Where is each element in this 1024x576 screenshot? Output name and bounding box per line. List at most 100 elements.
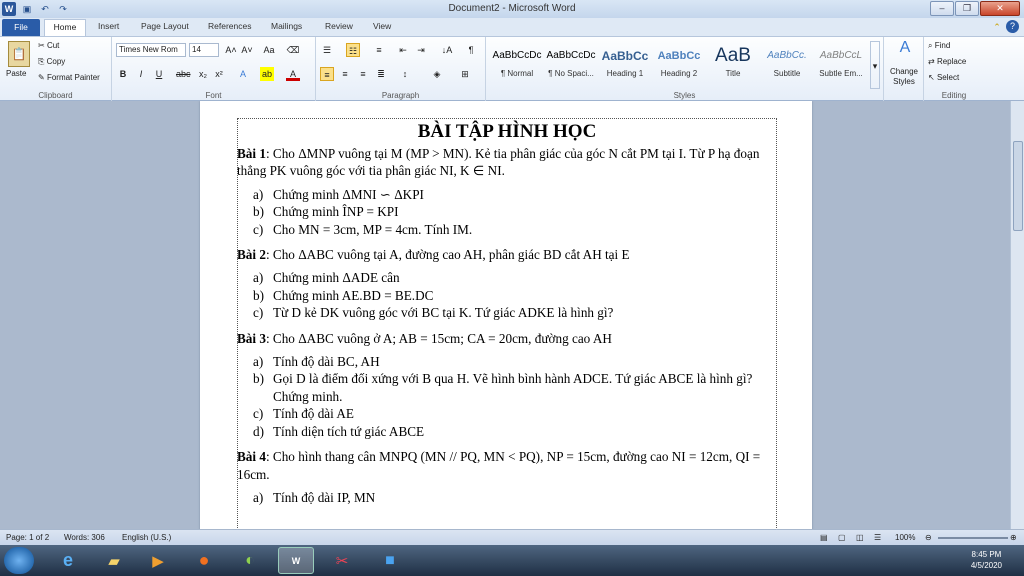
tab-insert[interactable]: Insert bbox=[98, 21, 119, 31]
borders-icon[interactable]: ⊞ bbox=[458, 67, 472, 81]
clear-format-icon[interactable]: ⌫ bbox=[286, 43, 300, 57]
strikethrough-icon[interactable]: abc bbox=[176, 67, 191, 81]
shrink-font-icon[interactable]: A˅ bbox=[240, 43, 254, 57]
tab-references[interactable]: References bbox=[208, 21, 251, 31]
style-heading-1[interactable]: AaBbCc Heading 1 bbox=[598, 41, 652, 89]
style-sample: AaBbCcDc bbox=[492, 50, 542, 61]
document-page[interactable]: BÀI TẬP HÌNH HỌC Bài 1: Cho ΔMNP vuông t… bbox=[200, 101, 812, 529]
paste-icon[interactable]: 📋 bbox=[8, 41, 30, 67]
print-layout-icon[interactable]: ▤ bbox=[820, 533, 828, 542]
increase-indent-icon[interactable]: ⇥ bbox=[414, 43, 428, 57]
font-size-combo[interactable]: 14 bbox=[189, 43, 219, 57]
copy-button[interactable]: ⎘ Copy bbox=[38, 57, 65, 67]
minimize-button[interactable]: – bbox=[930, 1, 954, 16]
system-clock[interactable]: 8:45 PM 4/5/2020 bbox=[971, 549, 1002, 571]
tab-page-layout[interactable]: Page Layout bbox=[141, 21, 189, 31]
style-subtle-emphasis[interactable]: AaBbCcL Subtle Em... bbox=[814, 41, 868, 89]
zoom-slider[interactable] bbox=[938, 537, 1008, 539]
bold-icon[interactable]: B bbox=[116, 67, 130, 81]
start-button-icon[interactable] bbox=[4, 547, 34, 574]
font-color-icon[interactable]: A bbox=[286, 67, 300, 81]
zoom-out-icon[interactable]: ⊖ bbox=[925, 533, 932, 542]
underline-icon[interactable]: U bbox=[152, 67, 166, 81]
pilcrow-icon[interactable]: ¶ bbox=[464, 43, 478, 57]
style-no-spacing[interactable]: AaBbCcDc ¶ No Spaci... bbox=[544, 41, 598, 89]
change-styles-icon[interactable]: A bbox=[896, 40, 914, 63]
style-heading-2[interactable]: AaBbCc Heading 2 bbox=[652, 41, 706, 89]
item-label: a) bbox=[253, 270, 264, 286]
item-text: Tính độ dài IP, MN bbox=[273, 489, 376, 505]
help-icon[interactable]: ? bbox=[1006, 20, 1019, 33]
web-layout-icon[interactable]: ◫ bbox=[856, 533, 864, 542]
style-name: ¶ No Spaci... bbox=[548, 69, 594, 78]
font-name-combo[interactable]: Times New Rom bbox=[116, 43, 186, 57]
sort-icon[interactable]: ↓A bbox=[440, 43, 454, 57]
style-sample: AaBbCc bbox=[601, 49, 649, 63]
style-title[interactable]: AaB Title bbox=[706, 41, 760, 89]
snipping-tool-icon[interactable]: ✂ bbox=[324, 547, 360, 574]
media-player-icon[interactable]: ▶ bbox=[140, 547, 176, 574]
close-button[interactable]: ✕ bbox=[980, 1, 1020, 16]
grow-font-icon[interactable]: A˄ bbox=[224, 43, 238, 57]
paragraph-group: ☰ ☷ ≡ ⇤ ⇥ ↓A ¶ ≡ ≡ ≡ ≣ ↕ ◈ ⊞ Paragraph bbox=[316, 37, 486, 101]
line-spacing-icon[interactable]: ↕ bbox=[398, 67, 412, 81]
problem-2: Bài 2: Cho ΔABC vuông tại A, đường cao A… bbox=[237, 246, 777, 263]
ribbon-minimize-icon[interactable]: ⌃ bbox=[990, 20, 1004, 34]
editing-group: ⌕ Find ⇄ Replace ↖ Select Editing bbox=[924, 37, 984, 101]
format-painter-button[interactable]: ✎ Format Painter bbox=[38, 73, 100, 82]
text-effects-icon[interactable]: A bbox=[236, 67, 250, 81]
problem-2-text: : Cho ΔABC vuông tại A, đường cao AH, ph… bbox=[265, 247, 630, 263]
bullets-icon[interactable]: ☰ bbox=[320, 43, 334, 57]
tab-mailings[interactable]: Mailings bbox=[271, 21, 302, 31]
shading-icon[interactable]: ◈ bbox=[430, 67, 444, 81]
align-right-icon[interactable]: ≡ bbox=[356, 67, 370, 81]
paste-button[interactable]: Paste bbox=[6, 69, 26, 78]
draft-icon[interactable]: ☰ bbox=[874, 533, 881, 542]
firefox-icon[interactable]: ● bbox=[186, 547, 222, 574]
word-taskbar-icon[interactable]: W bbox=[278, 547, 314, 574]
multilevel-list-icon[interactable]: ≡ bbox=[372, 43, 386, 57]
document-content[interactable]: BÀI TẬP HÌNH HỌC Bài 1: Cho ΔMNP vuông t… bbox=[237, 121, 777, 506]
item-text: Chứng minh ΔMNI ∽ ΔKPI bbox=[273, 186, 424, 202]
restore-button[interactable]: ❐ bbox=[955, 1, 979, 16]
style-normal[interactable]: AaBbCcDc ¶ Normal bbox=[490, 41, 544, 89]
style-subtitle[interactable]: AaBbCc. Subtitle bbox=[760, 41, 814, 89]
language-indicator[interactable]: English (U.S.) bbox=[122, 533, 171, 542]
document-area[interactable]: BÀI TẬP HÌNH HỌC Bài 1: Cho ΔMNP vuông t… bbox=[0, 101, 1010, 529]
internet-explorer-icon[interactable]: e bbox=[50, 547, 86, 574]
change-case-icon[interactable]: Aa bbox=[262, 43, 276, 57]
subscript-icon[interactable]: x₂ bbox=[196, 67, 210, 81]
cut-button[interactable]: ✂ Cut bbox=[38, 41, 59, 50]
file-explorer-icon[interactable]: ▰ bbox=[96, 547, 132, 574]
list-item: a) Chứng minh ΔMNI ∽ ΔKPI bbox=[253, 186, 777, 203]
tab-view[interactable]: View bbox=[373, 21, 391, 31]
tab-file[interactable]: File bbox=[2, 19, 40, 36]
justify-icon[interactable]: ≣ bbox=[374, 67, 388, 81]
word-count[interactable]: Words: 306 bbox=[64, 533, 105, 542]
italic-icon[interactable]: I bbox=[134, 67, 148, 81]
page-count[interactable]: Page: 1 of 2 bbox=[6, 533, 49, 542]
tab-review[interactable]: Review bbox=[325, 21, 353, 31]
align-center-icon[interactable]: ≡ bbox=[338, 67, 352, 81]
zoom-app-icon[interactable]: ■ bbox=[372, 547, 408, 574]
highlight-icon[interactable]: ab bbox=[260, 67, 274, 81]
item-label: a) bbox=[253, 489, 264, 505]
decrease-indent-icon[interactable]: ⇤ bbox=[396, 43, 410, 57]
full-screen-icon[interactable]: ▢ bbox=[838, 533, 846, 542]
scrollbar-thumb[interactable] bbox=[1013, 141, 1023, 231]
align-left-icon[interactable]: ≡ bbox=[320, 67, 334, 81]
zoom-in-icon[interactable]: ⊕ bbox=[1010, 533, 1017, 542]
styles-more-icon[interactable]: ▾ bbox=[870, 41, 880, 89]
numbering-icon[interactable]: ☷ bbox=[346, 43, 360, 57]
vertical-scrollbar[interactable] bbox=[1010, 101, 1024, 529]
find-button[interactable]: ⌕ Find bbox=[928, 41, 950, 51]
taskbar: e ▰ ▶ ● ◐ W ✂ ■ 8:45 PM 4/5/2020 bbox=[0, 545, 1024, 576]
zoom-level[interactable]: 100% bbox=[895, 533, 915, 542]
replace-button[interactable]: ⇄ Replace bbox=[928, 57, 966, 66]
superscript-icon[interactable]: x² bbox=[212, 67, 226, 81]
app-icon[interactable]: ◐ bbox=[232, 547, 268, 574]
change-styles-button[interactable]: Change Styles bbox=[884, 67, 924, 87]
problem-3: Bài 3: Cho ΔABC vuông ở A; AB = 15cm; CA… bbox=[237, 330, 777, 347]
select-button[interactable]: ↖ Select bbox=[928, 73, 959, 82]
tab-home[interactable]: Home bbox=[44, 19, 86, 36]
